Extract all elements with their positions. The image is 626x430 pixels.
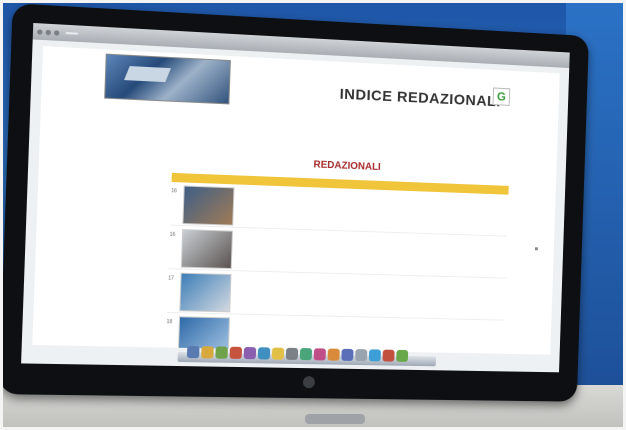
photo-border xyxy=(0,0,626,430)
